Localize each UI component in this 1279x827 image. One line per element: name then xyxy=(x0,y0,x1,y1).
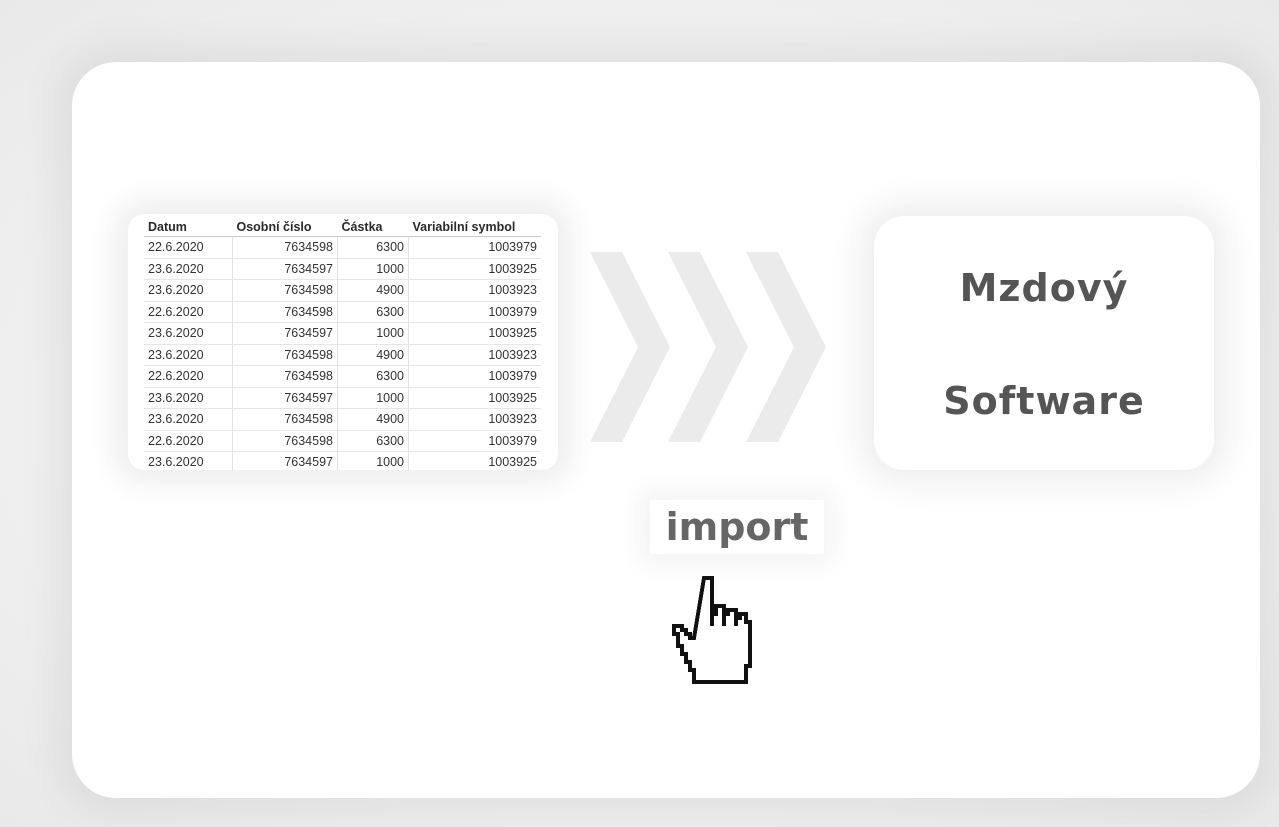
table-cell: 1003979 xyxy=(408,236,541,259)
column-header-osobni-cislo: Osobní číslo xyxy=(232,218,338,237)
table-cell: 7634597 xyxy=(232,387,338,409)
table-cell: 23.6.2020 xyxy=(144,451,233,470)
table-cell: 7634598 xyxy=(232,301,338,323)
table-cell: 22.6.2020 xyxy=(144,236,233,259)
hand-pointer-icon xyxy=(672,576,752,684)
table-cell: 7634598 xyxy=(232,279,338,302)
table-cell: 1003925 xyxy=(408,258,541,280)
table-cell: 7634598 xyxy=(232,365,338,388)
column-header-datum: Datum xyxy=(144,218,233,237)
table-cell: 1003925 xyxy=(408,451,541,470)
table-cell: 23.6.2020 xyxy=(144,258,233,280)
table-cell: 7634598 xyxy=(232,408,338,431)
table-cell: 23.6.2020 xyxy=(144,344,233,366)
table-row: 22.6.2020 7634598 6300 1003979 xyxy=(144,430,541,452)
table-cell: 4900 xyxy=(337,344,409,366)
table-cell: 6300 xyxy=(337,301,409,323)
software-title-line2: Software xyxy=(943,379,1145,423)
payroll-software-box: Mzdový Software xyxy=(874,216,1214,470)
chevron-right-icon xyxy=(668,252,748,442)
table-cell: 1003923 xyxy=(408,279,541,302)
table-cell: 7634598 xyxy=(232,236,338,259)
column-header-variabilni-symbol: Variabilní symbol xyxy=(408,218,541,237)
table-cell: 1003923 xyxy=(408,344,541,366)
table-cell: 7634597 xyxy=(232,258,338,280)
import-button[interactable]: import xyxy=(650,500,824,554)
table-cell: 23.6.2020 xyxy=(144,279,233,302)
table-cell: 1000 xyxy=(337,322,409,345)
table-row: 23.6.2020 7634598 4900 1003923 xyxy=(144,408,541,431)
table-cell: 6300 xyxy=(337,236,409,259)
spreadsheet-table: Datum Osobní číslo Částka Variabilní sym… xyxy=(144,218,541,470)
table-cell: 4900 xyxy=(337,408,409,431)
column-header-castka: Částka xyxy=(337,218,409,237)
table-body: 22.6.2020 7634598 6300 1003979 23.6.2020 7634… xyxy=(144,236,541,470)
table-cell: 1003979 xyxy=(408,430,541,452)
table-cell: 1003979 xyxy=(408,301,541,323)
table-row: 23.6.2020 7634598 4900 1003923 xyxy=(144,344,541,366)
triple-chevron-right-icon xyxy=(590,252,826,442)
page: Datum Osobní číslo Částka Variabilní sym… xyxy=(0,0,1279,827)
chevron-right-icon xyxy=(746,252,826,442)
table-cell: 1003979 xyxy=(408,365,541,388)
table-cell: 7634597 xyxy=(232,451,338,470)
table-cell: 1003925 xyxy=(408,322,541,345)
table-cell: 22.6.2020 xyxy=(144,430,233,452)
table-cell: 1003925 xyxy=(408,387,541,409)
table-row: 23.6.2020 7634597 1000 1003925 xyxy=(144,322,541,345)
table-cell: 23.6.2020 xyxy=(144,408,233,431)
table-row: 23.6.2020 7634598 4900 1003923 xyxy=(144,279,541,302)
table-row: 23.6.2020 7634597 1000 1003925 xyxy=(144,451,541,470)
table-cell: 22.6.2020 xyxy=(144,365,233,388)
table-cell: 1000 xyxy=(337,258,409,280)
table-row: 22.6.2020 7634598 6300 1003979 xyxy=(144,236,541,259)
table-cell: 6300 xyxy=(337,430,409,452)
spreadsheet-preview: Datum Osobní číslo Částka Variabilní sym… xyxy=(128,214,558,470)
software-title-line1: Mzdový xyxy=(959,266,1129,310)
table-cell: 6300 xyxy=(337,365,409,388)
table-cell: 1003923 xyxy=(408,408,541,431)
table-cell: 23.6.2020 xyxy=(144,322,233,345)
chevron-right-icon xyxy=(590,252,670,442)
table-row: 23.6.2020 7634597 1000 1003925 xyxy=(144,387,541,409)
table-row: 22.6.2020 7634598 6300 1003979 xyxy=(144,365,541,388)
table-cell: 1000 xyxy=(337,451,409,470)
table-cell: 22.6.2020 xyxy=(144,301,233,323)
table-cell: 7634598 xyxy=(232,344,338,366)
table-header-row: Datum Osobní číslo Částka Variabilní sym… xyxy=(144,218,541,237)
table-cell: 23.6.2020 xyxy=(144,387,233,409)
table-cell: 7634598 xyxy=(232,430,338,452)
table-row: 22.6.2020 7634598 6300 1003979 xyxy=(144,301,541,323)
table-cell: 4900 xyxy=(337,279,409,302)
table-row: 23.6.2020 7634597 1000 1003925 xyxy=(144,258,541,280)
table-cell: 1000 xyxy=(337,387,409,409)
table-cell: 7634597 xyxy=(232,322,338,345)
